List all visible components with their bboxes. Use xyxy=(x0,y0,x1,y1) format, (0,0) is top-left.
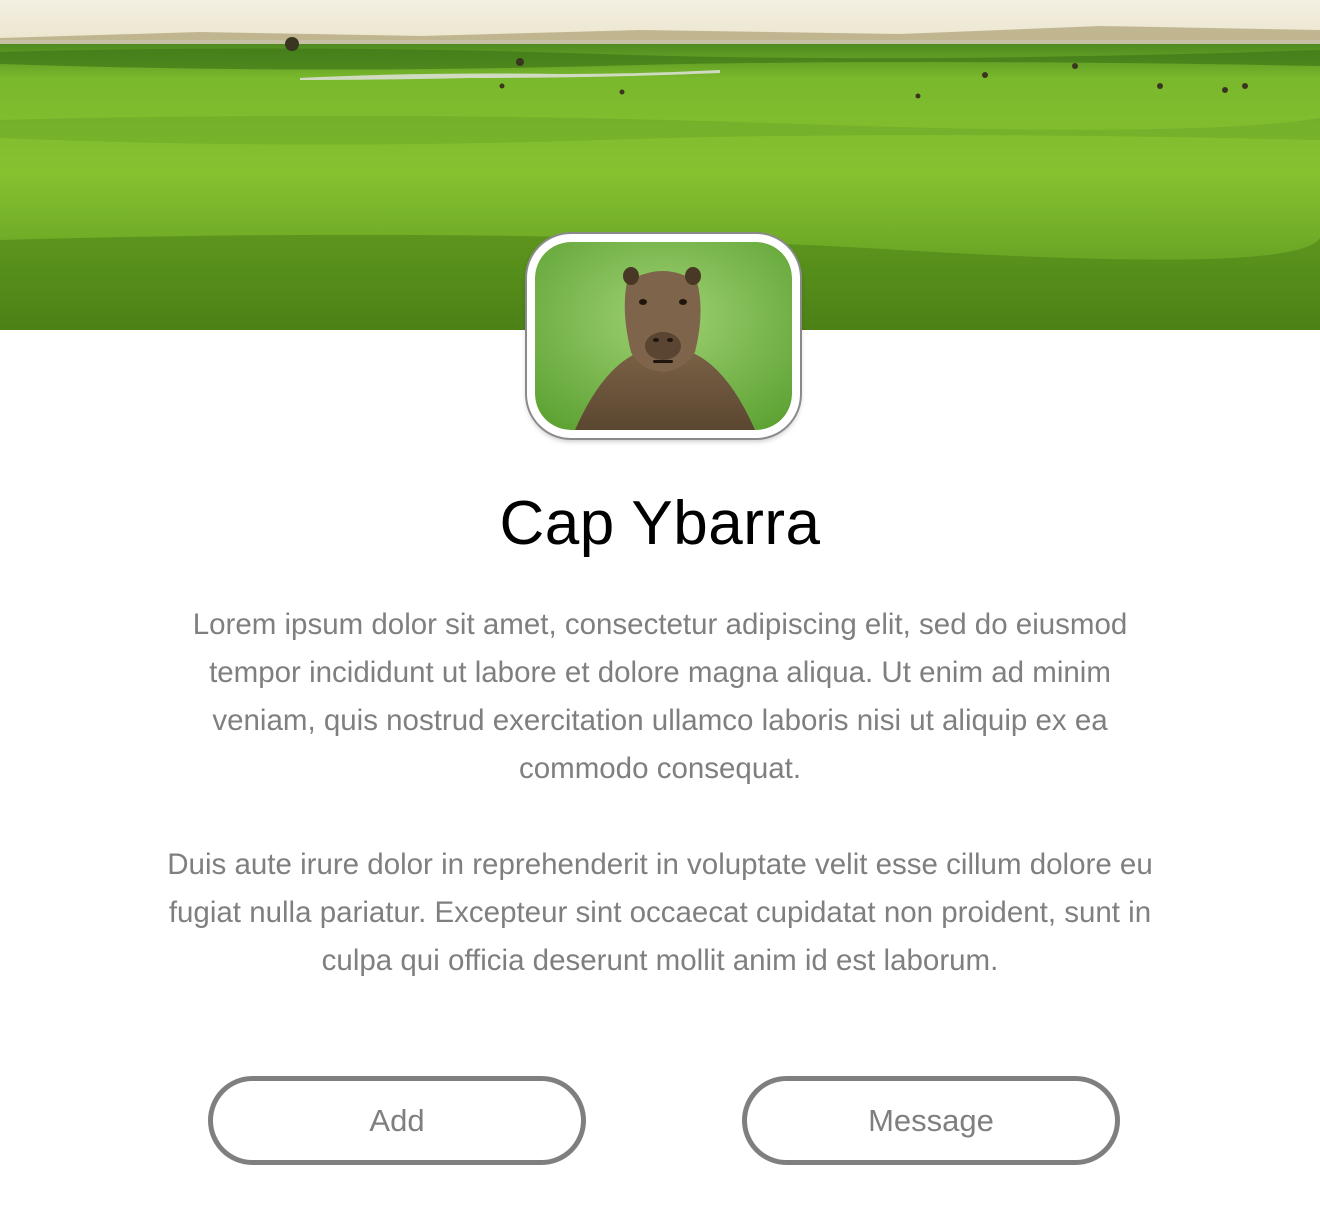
add-button[interactable]: Add xyxy=(208,1076,586,1165)
profile-name: Cap Ybarra xyxy=(499,489,821,558)
profile-bio-paragraph: Lorem ipsum dolor sit amet, consectetur … xyxy=(192,608,1128,785)
capybara-avatar-image xyxy=(535,242,792,430)
avatar[interactable] xyxy=(527,234,800,438)
profile-bio-paragraph: Duis aute irure dolor in reprehenderit i… xyxy=(167,848,1153,977)
message-button[interactable]: Message xyxy=(742,1076,1120,1165)
